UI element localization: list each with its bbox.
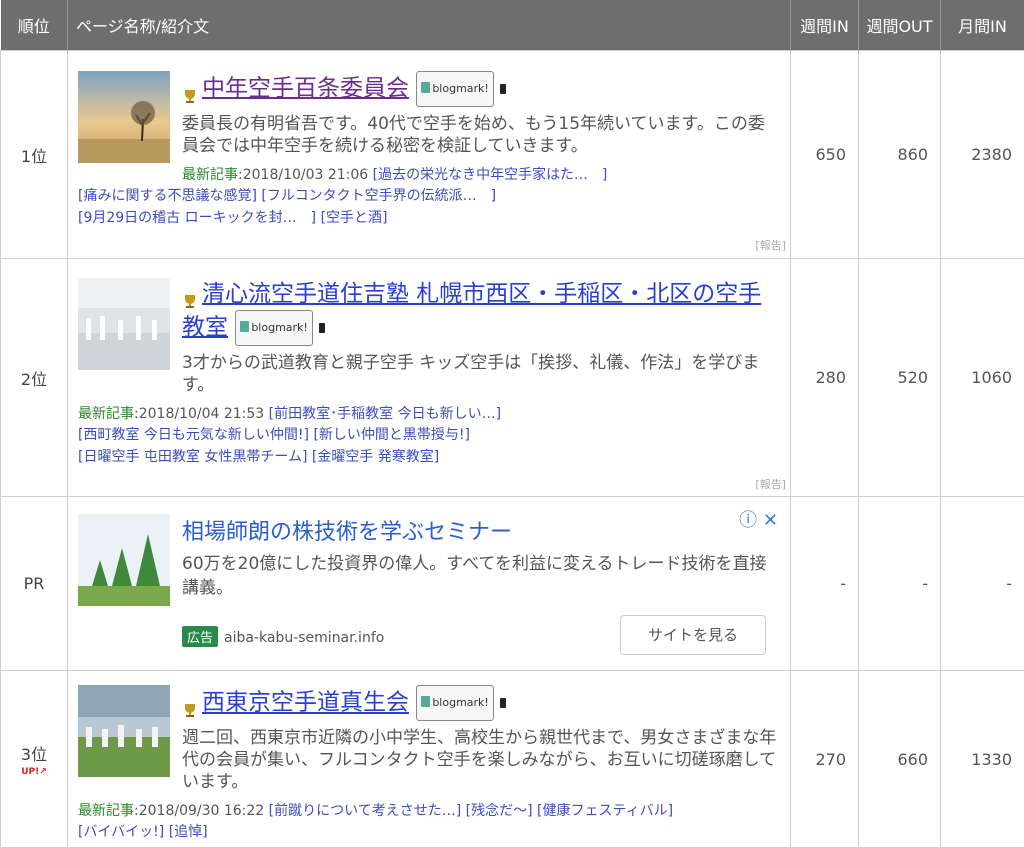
report-link[interactable]: [報告]	[755, 476, 786, 492]
mobile-icon	[500, 84, 506, 94]
latest-label: 最新記事	[78, 803, 134, 819]
article-link[interactable]: [日曜空手 屯田教室 女性黒帯チーム]	[78, 449, 307, 465]
month-in-value: 1330	[941, 671, 1024, 848]
article-link[interactable]: [西町教室 今日も元気な新しい仲間!]	[78, 427, 309, 443]
site-description: 週二回、西東京市近隣の小中学生、高校生から親世代まで、男女さまざまな年代の会員が…	[182, 727, 780, 793]
info-icon[interactable]: ⓘ	[739, 510, 757, 531]
site-description: 委員長の有明省吾です。40代で空手を始め、もう15年続いています。この委員会では…	[182, 113, 780, 157]
week-in-value: 280	[791, 259, 859, 497]
article-link[interactable]: [前田教室･手稲教室 今日も新しい…]	[269, 406, 501, 422]
ad-cell: 相場師朗の株技術を学ぶセミナー 60万を20億にした投資界の偉人。すべてを利益に…	[68, 497, 791, 671]
header-month-in: 月間IN	[941, 0, 1024, 51]
trophy-icon	[182, 695, 198, 711]
week-in-value: 270	[791, 671, 859, 848]
site-thumbnail[interactable]	[78, 685, 170, 777]
month-in-value: 1060	[941, 259, 1024, 497]
article-link[interactable]: [痛みに関する不思議な感覚]	[78, 188, 257, 204]
article-link[interactable]: [バイバイッ!]	[78, 824, 164, 840]
blogmark-label: blogmark!	[432, 82, 489, 95]
table-row: 3位 UP!↗ 西東京空手道真生会 blogmark! 週二回、西東京市近隣の小…	[1, 671, 1024, 848]
site-thumbnail[interactable]	[78, 278, 170, 370]
site-title-link[interactable]: 中年空手百条委員会	[202, 75, 409, 101]
blogmark-label: blogmark!	[251, 321, 308, 334]
ad-title-link[interactable]: 相場師朗の株技術を学ぶセミナー	[182, 514, 780, 546]
rank-cell: PR	[1, 497, 68, 671]
article-link[interactable]: [フルコンタクト空手界の伝統派… ]	[261, 188, 496, 204]
latest-date: :2018/10/03 21:06	[238, 167, 368, 183]
header-name: ページ名称/紹介文	[68, 0, 791, 51]
header-week-in: 週間IN	[791, 0, 859, 51]
month-in-value: 2380	[941, 51, 1024, 259]
week-out-value: 520	[859, 259, 941, 497]
ad-thumbnail[interactable]	[78, 514, 170, 606]
ad-row: PR 相場師朗の株技術を学ぶセミナー 60万を20億にした投資界の偉人。すべてを…	[1, 497, 1024, 671]
trophy-icon	[182, 81, 198, 97]
blogmark-icon	[421, 696, 430, 707]
rank-cell: 3位 UP!↗	[1, 671, 68, 848]
latest-label: 最新記事	[78, 406, 134, 422]
article-link[interactable]: [残念だ〜]	[466, 803, 533, 819]
week-in-value: 650	[791, 51, 859, 259]
site-cell: 西東京空手道真生会 blogmark! 週二回、西東京市近隣の小中学生、高校生か…	[68, 671, 791, 848]
article-link[interactable]: [新しい仲間と黒帯授与!]	[313, 427, 470, 443]
blogmark-button[interactable]: blogmark!	[235, 310, 313, 346]
blogmark-button[interactable]: blogmark!	[416, 71, 494, 107]
week-out-value: 660	[859, 671, 941, 848]
article-link[interactable]: [前蹴りについて考えさせた…]	[269, 803, 462, 819]
ad-url[interactable]: aiba-kabu-seminar.info	[224, 630, 384, 646]
close-icon[interactable]: ✕	[763, 510, 778, 531]
trophy-icon	[182, 286, 198, 302]
site-cell: 清心流空手道住吉塾 札幌市西区・手稲区・北区の空手教室 blogmark! 3才…	[68, 259, 791, 497]
latest-date: :2018/09/30 16:22	[134, 803, 264, 819]
rank-label: 3位	[21, 745, 47, 764]
visit-site-button[interactable]: サイトを見る	[620, 615, 766, 655]
table-row: 2位 清心流空手道住吉塾 札幌市西区・手稲区・北区の空手教室 blogmark!…	[1, 259, 1024, 497]
site-description: 3才からの武道教育と親子空手 キッズ空手は「挨拶、礼儀、作法」を学びます。	[182, 352, 780, 396]
ad-description: 60万を20億にした投資界の偉人。すべてを利益に変えるトレード技術を直接講義。	[182, 552, 780, 600]
table-header: 順位 ページ名称/紹介文 週間IN 週間OUT 月間IN	[1, 0, 1024, 51]
article-link[interactable]: [空手と酒]	[321, 210, 388, 226]
article-link[interactable]: [9月29日の稽古 ローキックを封… ]	[78, 210, 316, 226]
ad-badge: 広告	[182, 626, 218, 647]
rank-cell: 2位	[1, 259, 68, 497]
rank-cell: 1位	[1, 51, 68, 259]
week-out-value: -	[859, 497, 941, 671]
week-in-value: -	[791, 497, 859, 671]
article-link[interactable]: [追悼]	[169, 824, 208, 840]
mobile-icon	[319, 323, 325, 333]
latest-label: 最新記事	[182, 167, 238, 183]
latest-date: :2018/10/04 21:53	[134, 406, 264, 422]
report-link[interactable]: [報告]	[755, 237, 786, 253]
article-link[interactable]: [過去の栄光なき中年空手家はた… ]	[373, 167, 608, 183]
blogmark-button[interactable]: blogmark!	[416, 685, 494, 721]
up-arrow-icon: UP!↗	[1, 767, 67, 777]
table-row: 1位 中年空手百条委員会 blogmark! 委員長の有明省吾です。40代で空手…	[1, 51, 1024, 259]
article-link[interactable]: [健康フェスティバル]	[537, 803, 673, 819]
site-thumbnail[interactable]	[78, 71, 170, 163]
week-out-value: 860	[859, 51, 941, 259]
blogmark-icon	[421, 82, 430, 93]
ranking-table: 順位 ページ名称/紹介文 週間IN 週間OUT 月間IN 1位 中年空手百条委員…	[0, 0, 1024, 848]
month-in-value: -	[941, 497, 1024, 671]
article-link[interactable]: [金曜空手 発寒教室]	[312, 449, 439, 465]
site-title-link[interactable]: 西東京空手道真生会	[202, 690, 409, 716]
blogmark-icon	[240, 321, 249, 332]
header-rank: 順位	[1, 0, 68, 51]
mobile-icon	[500, 698, 506, 708]
header-week-out: 週間OUT	[859, 0, 941, 51]
blogmark-label: blogmark!	[432, 696, 489, 709]
site-cell: 中年空手百条委員会 blogmark! 委員長の有明省吾です。40代で空手を始め…	[68, 51, 791, 259]
